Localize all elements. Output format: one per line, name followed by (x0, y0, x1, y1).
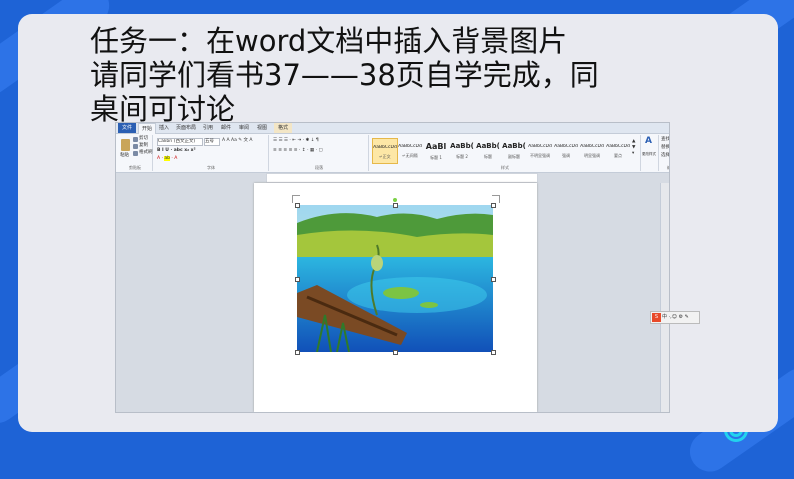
format-painter-button[interactable]: 格式刷 (139, 150, 153, 156)
styles-group-label: 样式 (501, 165, 509, 170)
resize-handle[interactable] (393, 203, 398, 208)
list-buttons[interactable]: ☰ ☰ ☰ · ⇤ ⇥ · ✱ ↓ ¶ (273, 138, 319, 144)
document-page[interactable] (254, 183, 537, 412)
select-button[interactable]: 选择 (661, 153, 669, 159)
tab-file[interactable]: 文件 (118, 123, 136, 133)
resize-handle[interactable] (295, 350, 300, 355)
resize-handle[interactable] (393, 350, 398, 355)
slide-title-line-2: 请同学们看书37——38页自学完成，同 (90, 58, 599, 92)
find-button[interactable]: 查找 (661, 137, 669, 143)
inserted-picture[interactable] (297, 205, 493, 352)
tab-home[interactable]: 开始 (138, 123, 156, 134)
styles-scroll-icon[interactable]: ▲ ▼ ▾ (632, 139, 635, 157)
resize-handle[interactable] (295, 203, 300, 208)
style-strong[interactable]: AaBbCcDd 要点 (606, 138, 630, 162)
style-title[interactable]: AaBb(标题 (476, 138, 500, 162)
vertical-scrollbar[interactable] (660, 183, 669, 412)
font-name-select[interactable]: Calibri (西文正文) (157, 138, 203, 146)
change-styles-icon[interactable]: A (645, 137, 652, 146)
style-intense-emphasis[interactable]: AaBbCcDd 明显强调 (580, 138, 604, 162)
resize-handle[interactable] (491, 203, 496, 208)
resize-handle[interactable] (491, 350, 496, 355)
resize-handle[interactable] (295, 277, 300, 282)
tab-references[interactable]: 引用 (200, 123, 216, 133)
font-size-select[interactable]: 五号 (204, 138, 220, 146)
tab-mailings[interactable]: 邮件 (218, 123, 234, 133)
cut-button[interactable]: 剪切 (139, 136, 148, 142)
pond-landscape-image (297, 205, 493, 352)
change-styles-group: A 更改样式 (642, 135, 659, 171)
paste-icon[interactable] (121, 139, 130, 151)
horizontal-ruler[interactable] (266, 173, 538, 183)
change-styles-button[interactable]: 更改样式 (642, 151, 656, 157)
margin-corner-mark (492, 195, 500, 203)
margin-corner-mark (292, 195, 300, 203)
editing-group: 查找 替换 选择 编辑 (659, 135, 669, 171)
tab-format[interactable]: 格式 (274, 123, 292, 133)
replace-button[interactable]: 替换 (661, 145, 669, 151)
grow-shrink-buttons[interactable]: A A Aa ✎ 文 A (222, 138, 253, 144)
slide-card: 任务一：在word文档中插入背景图片 请同学们看书37——38页自学完成，同 桌… (18, 14, 778, 432)
style-subtitle[interactable]: AaBb(副标题 (502, 138, 526, 162)
style-normal[interactable]: AaBbCcDd ↵正文 (372, 138, 398, 164)
editing-group-label: 编辑 (659, 165, 669, 171)
ribbon-tab-bar: 文件 开始 插入 页面布局 引用 邮件 审阅 视图 格式 (116, 123, 669, 134)
document-area (116, 183, 669, 412)
copy-icon[interactable] (133, 144, 138, 149)
ime-toolbar-label: 中 ·,☺ ⚙ ✎ (662, 314, 689, 320)
clipboard-group-label: 剪贴板 (129, 165, 141, 170)
clipboard-group: 粘贴 剪切 复制 格式刷 剪贴板 (118, 135, 153, 171)
cut-icon[interactable] (133, 137, 138, 142)
slide-title-line-3: 桌间可讨论 (90, 92, 236, 126)
ribbon-home: 粘贴 剪切 复制 格式刷 剪贴板 Calibri (西文正文) 五号 B I U… (116, 134, 669, 173)
font-group-label: 字体 (207, 165, 215, 170)
font-format-buttons[interactable]: B I U · abc x₂ x² (157, 148, 196, 154)
styles-group: AaBbCcDd ↵正文 AaBbCcDd ↵无间隔 AaBl 标题 1 AaBb(标… (370, 135, 641, 171)
style-heading-1[interactable]: AaBl 标题 1 (424, 138, 448, 162)
tab-page-layout[interactable]: 页面布局 (174, 123, 198, 133)
align-buttons[interactable]: ≡ ≡ ≡ ≡ ≡ · ↕ · ▦ · ▢ (273, 148, 323, 154)
slide-title-line-1: 任务一：在word文档中插入背景图片 (90, 24, 568, 58)
paste-button[interactable]: 粘贴 (120, 153, 129, 159)
style-heading-2[interactable]: AaBb(标题 2 (450, 138, 474, 162)
rotate-handle[interactable] (393, 198, 397, 202)
word-window: 文件 开始 插入 页面布局 引用 邮件 审阅 视图 格式 粘贴 剪切 复制 格式… (115, 122, 670, 413)
copy-button[interactable]: 复制 (139, 143, 148, 149)
style-no-spacing[interactable]: AaBbCcDd ↵无间隔 (398, 138, 422, 162)
font-group: Calibri (西文正文) 五号 B I U · abc x₂ x² A · … (154, 135, 269, 171)
format-painter-icon[interactable] (133, 151, 138, 156)
paragraph-group-label: 段落 (315, 165, 323, 170)
font-color-buttons[interactable]: A · ab · A (157, 156, 177, 162)
style-subtle-emphasis[interactable]: AaBbCcDd 不明显强调 (528, 138, 552, 162)
ime-toolbar[interactable]: S中 ·,☺ ⚙ ✎ (650, 311, 700, 324)
resize-handle[interactable] (491, 277, 496, 282)
style-emphasis[interactable]: AaBbCcDd 强调 (554, 138, 578, 162)
tab-view[interactable]: 视图 (254, 123, 270, 133)
paragraph-group: ☰ ☰ ☰ · ⇤ ⇥ · ✱ ↓ ¶ ≡ ≡ ≡ ≡ ≡ · ↕ · ▦ · … (270, 135, 369, 171)
tab-insert[interactable]: 插入 (156, 123, 172, 133)
sogou-icon: S (652, 313, 661, 322)
tab-review[interactable]: 审阅 (236, 123, 252, 133)
